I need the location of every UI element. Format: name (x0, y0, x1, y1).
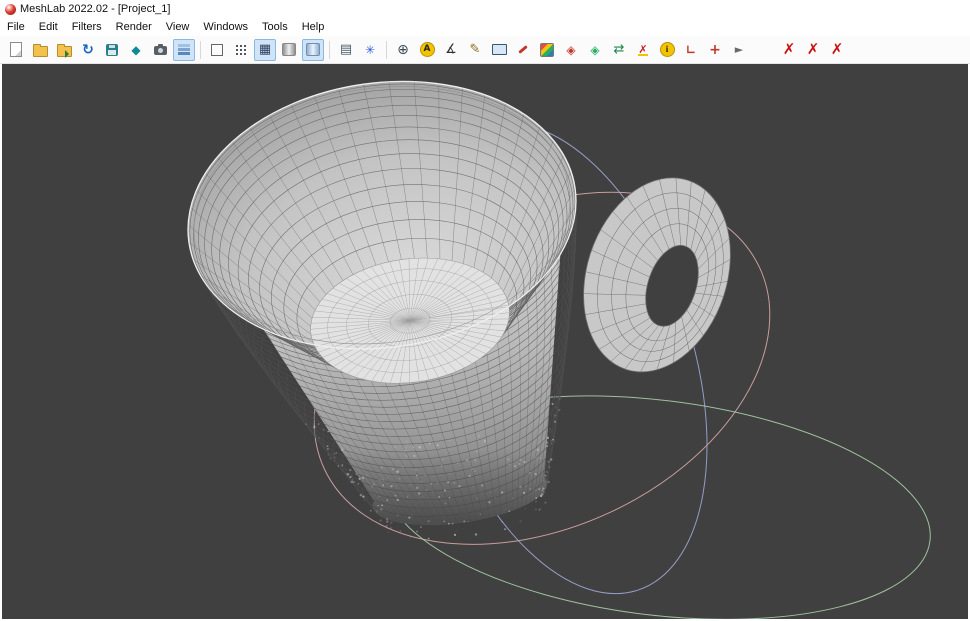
toolbar-show-labels-button[interactable] (416, 39, 438, 61)
toolbar-edit-pick-button[interactable]: ✎ (464, 39, 486, 61)
cursor-arrow-icon: ► (734, 43, 744, 56)
monitor-icon (491, 44, 507, 55)
toolbar-show-info-button[interactable] (656, 39, 678, 61)
flat-cylinder-icon (282, 43, 296, 56)
toolbar-paint-mesh-button[interactable] (512, 39, 534, 61)
toolbar-align-tool-button[interactable]: ⇄ (608, 39, 630, 61)
export-diamond-icon: ◆ (131, 42, 141, 57)
menu-edit[interactable]: Edit (32, 19, 65, 35)
brush-icon (517, 44, 529, 56)
toolbar-trackball-mode-button[interactable]: ⊕ (392, 39, 414, 61)
delete-x-icon: ✗ (806, 40, 820, 58)
decorator-star-icon: ✳ (364, 42, 376, 57)
crosshair-icon: + (709, 41, 721, 58)
layers-icon (178, 44, 190, 47)
smooth-cylinder-icon (306, 43, 320, 56)
toolbar-arrow-select-button[interactable]: ► (728, 39, 750, 61)
toolbar-separator (200, 40, 201, 59)
delete-x-icon: ✗ (830, 40, 844, 58)
toolbar-georef-tool-button[interactable] (632, 39, 654, 61)
toolbar-delete-raster-button[interactable]: ✗ (826, 39, 848, 61)
menu-render[interactable]: Render (109, 19, 159, 35)
toolbar-show-layer-dialog-button[interactable] (173, 38, 195, 61)
angle-icon: ∡ (445, 42, 457, 57)
info-icon (659, 42, 675, 57)
toolbar-import-mesh-button[interactable] (53, 39, 75, 61)
meshlab-logo-icon (5, 3, 16, 15)
toolbar-separator (329, 40, 330, 59)
toolbar-separator (386, 40, 387, 59)
import-folder-icon (56, 43, 72, 58)
camera-icon (153, 44, 167, 55)
menu-tools[interactable]: Tools (255, 19, 295, 35)
toolbar-save-project-button[interactable] (101, 39, 123, 61)
toolbar-render-flat-button[interactable] (278, 39, 300, 61)
toolbar-delete-current-mesh-button[interactable]: ✗ (778, 39, 800, 61)
points-grid-icon (235, 43, 247, 56)
bbox-cube-icon (211, 43, 223, 56)
toolbar-show-decorators-button[interactable]: ✳ (359, 39, 381, 61)
menu-help[interactable]: Help (295, 19, 332, 35)
toolbar-delete-all-meshes-button[interactable]: ✗ (802, 39, 824, 61)
menu-file[interactable]: File (0, 19, 32, 35)
label-a-icon (419, 42, 435, 57)
main-toolbar: ↻ ◆ ▦ ▤ ✳ ⊕ ∡ ✎ ◈ ◈ ⇄ ∟ + ► ✗ ✗ ✗ (0, 36, 970, 64)
toolbar-reload-mesh-button[interactable]: ↻ (77, 39, 99, 61)
open-folder-icon (32, 43, 48, 57)
toolbar-render-texture-button[interactable]: ▤ (335, 39, 357, 61)
toolbar-measure-tool-button[interactable]: ∟ (680, 39, 702, 61)
toolbar-colorize-mesh-button[interactable] (536, 39, 558, 61)
toolbar-select-faces-button[interactable]: ◈ (584, 39, 606, 61)
toolbar-measure-angle-button[interactable]: ∡ (440, 39, 462, 61)
georef-icon (636, 43, 650, 56)
save-disk-icon (106, 43, 118, 56)
meshlab-window: MeshLab 2022.02 - [Project_1] File Edit … (0, 0, 970, 621)
toolbar-pick-points-button[interactable]: + (704, 39, 726, 61)
reload-icon: ↻ (82, 41, 94, 58)
wireframe-icon: ▦ (258, 42, 272, 57)
toolbar-render-points-button[interactable] (230, 39, 252, 61)
diamond-red-icon: ◈ (566, 42, 576, 57)
toolbar-save-snapshot-button[interactable] (149, 39, 171, 61)
toolbar-render-smooth-button[interactable] (302, 38, 324, 61)
3d-viewport[interactable] (2, 64, 968, 619)
toolbar-render-wireframe-button[interactable]: ▦ (254, 38, 276, 61)
gl-canvas[interactable] (2, 64, 968, 619)
toolbar-screen-space-button[interactable] (488, 39, 510, 61)
ruler-angle-icon: ∟ (685, 42, 697, 57)
pen-icon: ✎ (469, 42, 481, 57)
toolbar-render-bbox-button[interactable] (206, 39, 228, 61)
menu-windows[interactable]: Windows (196, 19, 255, 35)
trackball-globe-icon: ⊕ (397, 41, 409, 58)
window-title: MeshLab 2022.02 - [Project_1] (20, 3, 171, 15)
title-bar: MeshLab 2022.02 - [Project_1] (0, 0, 970, 18)
toolbar-open-project-button[interactable] (29, 39, 51, 61)
menu-bar: File Edit Filters Render View Windows To… (0, 18, 970, 36)
menu-view[interactable]: View (159, 19, 197, 35)
texture-stack-icon: ▤ (339, 42, 353, 57)
delete-x-icon: ✗ (782, 40, 796, 58)
menu-filters[interactable]: Filters (65, 19, 109, 35)
toolbar-export-mesh-button[interactable]: ◆ (125, 39, 147, 61)
color-cube-icon (540, 42, 554, 57)
new-project-icon (10, 42, 22, 57)
diamond-green-icon: ◈ (590, 42, 600, 57)
toolbar-new-empty-project-button[interactable] (5, 39, 27, 61)
align-arrows-icon: ⇄ (613, 42, 625, 57)
toolbar-select-vertices-button[interactable]: ◈ (560, 39, 582, 61)
